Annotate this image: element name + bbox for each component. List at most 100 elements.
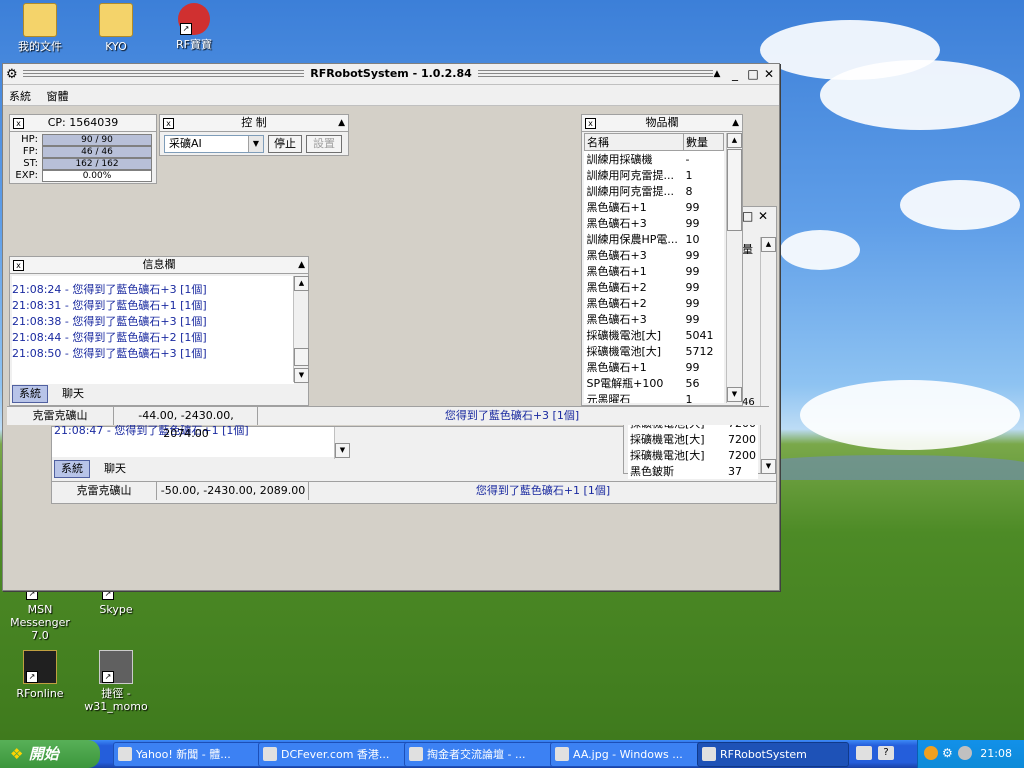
col-qty-header[interactable]: 數量 [683,133,724,151]
table-row[interactable]: 元黑曜石 1 [585,391,724,404]
hp-bar: 90 / 90 [42,134,152,146]
icon-label: KYO [105,40,127,53]
scroll-thumb[interactable] [294,348,309,366]
table-row[interactable]: 黑色礦石+1 99 [585,199,724,215]
task-rfrobot[interactable]: RFRobotSystem [697,742,849,767]
bg-tab-chat[interactable]: 聊天 [98,461,132,477]
table-row[interactable]: 訓練用阿克雷提... 1 [585,167,724,183]
fp-bar: 46 / 46 [42,146,152,158]
scroll-thumb[interactable] [727,149,742,231]
tab-chat[interactable]: 聊天 [56,386,90,402]
item-qty: 99 [685,296,700,310]
table-row[interactable]: 採礦機電池[大] 7200 [628,431,758,447]
item-qty: 99 [685,360,700,374]
scroll-up-icon[interactable]: ▲ [294,276,309,291]
bg-coordinates: -50.00, -2430.00, 2089.00 [158,482,309,500]
tray-volume-icon[interactable] [958,746,972,760]
table-row[interactable]: 黑色鈹斯 37 [628,463,758,479]
task-image-viewer[interactable]: AA.jpg - Windows ... [550,742,702,767]
table-row[interactable]: 訓練用採礦機 - [585,151,724,168]
scroll-up-icon[interactable]: ▲ [727,133,742,148]
start-button[interactable]: ❖ 開始 [0,740,100,768]
table-row[interactable]: 採礦機電池[大] 7200 [628,447,758,463]
task-forum[interactable]: 掏金者交流論壇 - ... [404,742,556,767]
table-row[interactable]: 黑色礦石+2 99 [585,295,724,311]
table-row[interactable]: SP電解瓶+100 56 [585,375,724,391]
desktop-icon-rfonline[interactable]: ↗ RFonline [0,650,80,700]
tab-system[interactable]: 系統 [12,385,48,403]
bg-message-scrollbar[interactable]: ▼ [334,427,350,459]
table-row[interactable]: 黑色礦石+2 99 [585,279,724,295]
bg-maximize-icon[interactable]: □ [742,209,753,223]
table-row[interactable]: 訓練用阿克雷提... 8 [585,183,724,199]
scroll-down-icon[interactable]: ▼ [761,459,776,474]
icon-label: 捷徑 - w31_momo [84,687,148,713]
browser-icon [118,747,132,761]
task-yahoo[interactable]: Yahoo! 新聞 - 體... [113,742,265,767]
collapse-icon[interactable]: ▲ [732,115,739,131]
minimize-button[interactable]: _ [727,66,743,82]
table-row[interactable]: 訓練用保農HP電... 10 [585,231,724,247]
menu-window[interactable]: 窗體 [41,85,75,107]
item-name: 黑色礦石+1 [586,361,647,374]
table-row[interactable]: 黑色礦石+1 99 [585,359,724,375]
table-row[interactable]: 黑色礦石+1 99 [585,263,724,279]
tray-gear-icon[interactable]: ⚙ [942,746,953,760]
inventory-table: 名稱 數量 訓練用採礦機 - 訓練用阿克雷提... 1 訓練用阿克雷提... 8 黑色礦石+… [584,133,724,403]
item-qty: 5041 [685,328,714,342]
settings-button[interactable]: 設置 [306,135,342,153]
scroll-down-icon[interactable]: ▼ [294,368,309,383]
desktop-icon-rf-baobao[interactable]: ↗ RF寶寶 [154,3,234,51]
bg-tab-system[interactable]: 系統 [54,460,90,478]
table-row[interactable]: 黑色礦石+3 99 [585,215,724,231]
table-row[interactable]: 黑色礦石+3 99 [585,247,724,263]
chevron-down-icon[interactable]: ▼ [248,136,263,152]
tray-app-icon[interactable] [924,746,938,760]
table-row[interactable]: 黑色礦石+3 99 [585,311,724,327]
message-scrollbar[interactable]: ▲ ▼ [293,276,309,383]
stop-button[interactable]: 停止 [268,135,302,153]
item-qty: 56 [685,376,700,390]
clock[interactable]: 21:08 [980,747,1012,760]
close-icon[interactable]: x [13,118,24,129]
menu-system[interactable]: 系統 [3,85,37,107]
desktop-icon-my-documents[interactable]: 我的文件 [0,3,80,53]
scroll-down-icon[interactable]: ▼ [335,443,350,458]
rfonline-icon: ↗ [23,650,57,684]
title-bar[interactable]: ⚙ RFRobotSystem - 1.0.2.84 ▲ _ □ ✕ [3,64,779,85]
bg-close-icon[interactable]: ✕ [758,209,768,223]
message-line: 21:08:50 - 您得到了藍色礦石+3 [1個] [12,347,207,360]
table-row[interactable]: 採礦機電池[大] 5041 [585,327,724,343]
close-icon[interactable]: x [163,118,174,129]
bg-last-message: 您得到了藍色礦石+1 [1個] [475,484,611,497]
st-bar: 162 / 162 [42,158,152,170]
inventory-scrollbar[interactable]: ▲ ▼ [726,133,742,403]
collapse-icon[interactable]: ▲ [338,115,345,131]
table-row[interactable]: 採礦機電池[大] 5712 [585,343,724,359]
image-icon [555,747,569,761]
cloud [800,380,1020,450]
close-button[interactable]: ✕ [761,66,777,82]
inventory-title: 物品欄 [645,116,679,129]
col-name-header[interactable]: 名稱 [584,133,684,151]
mode-select[interactable]: 采礦AI ▼ [164,135,264,153]
icon-label: 我的文件 [18,40,62,53]
scroll-down-icon[interactable]: ▼ [727,387,742,402]
message-list[interactable]: 21:08:24 - 您得到了藍色礦石+3 [1個] 21:08:31 - 您得… [12,276,294,384]
bg-inventory-scrollbar[interactable]: ▲ ▼ [760,237,776,474]
scroll-up-icon[interactable]: ▲ [761,237,776,252]
item-qty: 37 [728,464,742,478]
collapse-icon[interactable]: ▲ [298,257,305,273]
help-icon[interactable]: ? [878,746,894,760]
close-icon[interactable]: x [13,260,24,271]
maximize-button[interactable]: □ [745,66,761,82]
item-qty: - [685,152,690,166]
desktop-icon-w31-momo[interactable]: ↗ 捷徑 - w31_momo [76,650,156,713]
message-title: 信息欄 [142,258,176,271]
keyboard-icon[interactable] [856,746,872,760]
desktop-icon-kyo[interactable]: KYO [76,3,156,53]
task-dcfever[interactable]: DCFever.com 香港... [258,742,410,767]
scroll-up-icon[interactable]: ▲ [709,66,725,82]
control-title: 控 制 [241,116,267,129]
close-icon[interactable]: x [585,118,596,129]
